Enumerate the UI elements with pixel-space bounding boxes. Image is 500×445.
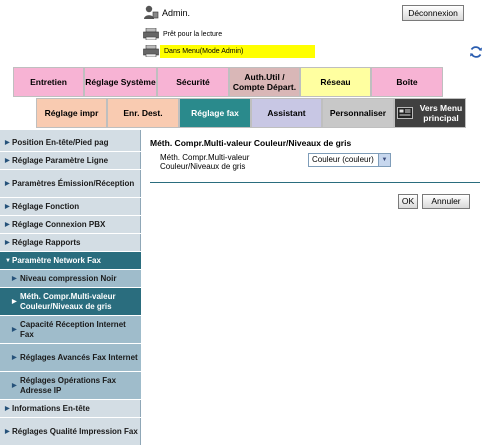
sidebar-item-label: Réglages Avancés Fax Internet [20,352,138,362]
tab-print-settings[interactable]: Réglage impr [36,98,107,128]
sidebar-item-fax-print-quality[interactable]: ▶ Réglages Qualité Impression Fax [0,418,141,445]
triangle-right-icon: ▶ [12,382,17,389]
sidebar-subitem-black-compression[interactable]: ▶ Niveau compression Noir [0,270,141,288]
tab-fax-settings[interactable]: Réglage fax [179,98,251,128]
sidebar-item-label: Méth. Compr.Multi-valeur Couleur/Niveaux… [20,291,116,311]
sidebar-item-label: Capacité Réception Internet Fax [20,319,126,339]
tab-security[interactable]: Sécurité [157,67,229,97]
sidebar-item-label: Niveau compression Noir [20,273,117,283]
sidebar-item-label: Informations En-tête [12,403,90,413]
triangle-right-icon: ▶ [5,157,10,164]
triangle-right-icon: ▶ [12,354,17,361]
printer-mode-icon [143,44,159,58]
sidebar-subitem-internet-fax-rx[interactable]: ▶ Capacité Réception Internet Fax [0,316,141,344]
sidebar-item-header-info[interactable]: ▶ Informations En-tête [0,400,141,418]
sidebar-item-label: Paramètre Network Fax [12,255,101,265]
compression-method-label: Méth. Compr.Multi-valeur Couleur/Niveaux… [160,153,250,171]
tab-system-settings[interactable]: Réglage Système [84,67,157,97]
sidebar-item-label: Réglages Qualité Impression Fax [12,426,138,436]
triangle-right-icon: ▶ [5,203,10,210]
sidebar-item-label: Réglage Connexion PBX [12,219,106,229]
triangle-right-icon: ▶ [5,239,10,246]
mode-indicator: Dans Menu(Mode Admin) [160,45,315,58]
triangle-right-icon: ▶ [5,221,10,228]
sidebar-subitem-ip-address-fax[interactable]: ▶ Réglages Opérations Fax Adresse IP [0,372,141,400]
tab-customize[interactable]: Personnaliser [322,98,394,128]
sidebar-item-label: Réglage Paramètre Ligne [12,155,109,165]
status-text: Prêt pour la lecture [163,31,223,38]
tab-network[interactable]: Réseau [300,67,371,97]
sidebar-item-pbx-connection[interactable]: ▶ Réglage Connexion PBX [0,216,141,234]
main-menu-icon [397,107,413,119]
logout-button[interactable]: Déconnexion [402,5,464,21]
divider [150,182,480,183]
sidebar-subitem-color-compression[interactable]: ▶ Méth. Compr.Multi-valeur Couleur/Nivea… [0,288,141,316]
sidebar-item-line-parameter[interactable]: ▶ Réglage Paramètre Ligne [0,152,141,170]
sidebar-item-label: Réglage Rapports [12,237,81,247]
sidebar-subitem-internet-fax-advanced[interactable]: ▶ Réglages Avancés Fax Internet [0,344,141,372]
chevron-down-icon: ▼ [378,154,390,166]
tab-box[interactable]: Boîte [371,67,443,97]
tab-maintenance[interactable]: Entretien [13,67,84,97]
sidebar-item-report-settings[interactable]: ▶ Réglage Rapports [0,234,141,252]
sidebar-item-function-settings[interactable]: ▶ Réglage Fonction [0,198,141,216]
admin-user-icon [143,4,159,20]
sidebar: ▶ Position En-tête/Pied pag ▶ Réglage Pa… [0,130,141,445]
sidebar-item-network-fax[interactable]: ▼ Paramètre Network Fax [0,252,141,270]
triangle-right-icon: ▶ [5,428,10,435]
sidebar-item-label: Paramètres Émission/Réception [12,178,135,188]
triangle-down-icon: ▼ [5,257,11,264]
user-label: Admin. [162,8,191,18]
select-value: Couleur (couleur) [312,155,374,164]
triangle-right-icon: ▶ [12,275,17,282]
triangle-right-icon: ▶ [5,139,10,146]
sidebar-item-label: Réglages Opérations Fax Adresse IP [20,375,117,395]
sidebar-item-header-footer-position[interactable]: ▶ Position En-tête/Pied pag [0,134,141,152]
triangle-right-icon: ▶ [12,298,17,305]
sidebar-item-label: Position En-tête/Pied pag [12,137,109,147]
refresh-icon[interactable] [468,44,484,60]
triangle-right-icon: ▶ [5,405,10,412]
triangle-right-icon: ▶ [5,180,10,187]
tab-main-menu[interactable]: Vers Menu principal [394,98,466,128]
compression-method-select[interactable]: Couleur (couleur) ▼ [308,153,391,167]
page-title: Méth. Compr.Multi-valeur Couleur/Niveaux… [150,138,352,148]
cancel-button[interactable]: Annuler [422,194,470,209]
tab-wizard[interactable]: Assistant [251,98,322,128]
printer-status-icon [143,27,159,41]
main-menu-label: Vers Menu principal [419,103,463,123]
ok-button[interactable]: OK [398,194,418,209]
tab-store-address[interactable]: Enr. Dest. [107,98,179,128]
tab-user-auth[interactable]: Auth.Util / Compte Départ. [229,67,300,97]
triangle-right-icon: ▶ [12,326,17,333]
sidebar-item-label: Réglage Fonction [12,201,80,211]
sidebar-item-tx-rx-parameters[interactable]: ▶ Paramètres Émission/Réception [0,170,141,198]
